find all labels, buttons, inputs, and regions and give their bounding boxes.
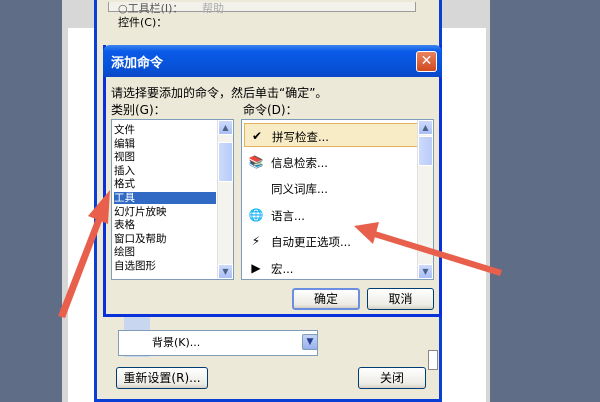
instruction-text: 请选择要添加的命令，然后单击“确定”。	[111, 86, 328, 100]
command-label-text: 自动更正选项...	[271, 235, 351, 249]
cancel-button[interactable]: 取消	[367, 288, 434, 310]
spellcheck-icon: ✔	[251, 129, 263, 143]
category-item[interactable]: 文件	[114, 124, 216, 136]
command-item[interactable]: ⚡ 自动更正选项...	[244, 229, 418, 253]
reset-button[interactable]: 重新设置(R)...	[116, 367, 208, 389]
dialog-title: 添加命令	[111, 56, 164, 71]
category-item[interactable]: 自选图形	[114, 260, 216, 272]
command-label-text: 信息检索...	[271, 155, 328, 170]
category-item[interactable]: 绘图	[114, 246, 216, 258]
category-scrollbar[interactable]: ▲ ▼	[217, 120, 233, 279]
chevron-down-icon[interactable]: ▼	[302, 334, 318, 350]
autocorrect-icon: ⚡	[251, 234, 261, 248]
command-list[interactable]: ✔ 拼写检查... 📚 信息检索... 同义词库... 🌐 语言... ⚡ 自动更正选项... ▶…	[241, 119, 434, 280]
category-item[interactable]: 插入	[114, 165, 216, 177]
language-icon: 🌐	[248, 207, 264, 222]
scroll-up-icon[interactable]: ▲	[418, 120, 433, 135]
scroll-thumb[interactable]	[218, 142, 233, 182]
category-label: 类别(G)：	[111, 103, 166, 117]
macro-icon: ▶	[251, 260, 261, 275]
side-scroll-stub	[428, 350, 438, 370]
category-item[interactable]: 窗口及帮助	[114, 233, 216, 245]
category-item[interactable]: 表格	[114, 219, 216, 231]
command-label-text: 拼写检查...	[272, 130, 329, 144]
category-item[interactable]: 视图	[114, 151, 216, 163]
command-label-text: 宏...	[271, 261, 294, 276]
command-item[interactable]: ▶ 宏...	[244, 256, 418, 280]
command-item[interactable]: 🌐 语言...	[244, 203, 418, 227]
command-item[interactable]: 同义词库...	[244, 176, 418, 200]
scroll-up-icon[interactable]: ▲	[218, 120, 233, 135]
research-icon: 📚	[248, 154, 264, 169]
document-page-right	[436, 28, 486, 402]
command-item[interactable]: 📚 信息检索...	[244, 150, 418, 174]
scroll-down-icon[interactable]: ▼	[418, 264, 433, 279]
faded-label: 帮助	[202, 2, 224, 15]
command-label-text: 同义词库...	[271, 182, 328, 196]
close-button[interactable]: 关闭	[358, 367, 426, 389]
command-label: 命令(D)：	[243, 103, 298, 117]
category-item[interactable]: 幻灯片放映	[114, 206, 216, 218]
scroll-down-icon[interactable]: ▼	[218, 264, 233, 279]
category-item[interactable]: 工具	[114, 192, 216, 204]
command-label-text: 语言...	[271, 208, 305, 223]
category-list[interactable]: 文件编辑 视图插入 格式工具幻灯片放映 表格窗口及帮助 绘图自选图形 ▲ ▼	[111, 119, 234, 280]
scroll-thumb[interactable]	[418, 136, 433, 166]
controls-label: 控件(C)：	[118, 16, 168, 29]
command-item[interactable]: ✔ 拼写检查...	[244, 123, 418, 147]
category-item[interactable]: 编辑	[114, 138, 216, 150]
command-scrollbar[interactable]: ▲ ▼	[417, 120, 433, 279]
background-label: 背景(K)...	[152, 336, 201, 349]
category-item[interactable]: 格式	[114, 178, 216, 190]
ok-button[interactable]: 确定	[292, 288, 360, 310]
close-icon[interactable]: ✕	[416, 51, 437, 72]
background-combo[interactable]	[118, 330, 318, 356]
